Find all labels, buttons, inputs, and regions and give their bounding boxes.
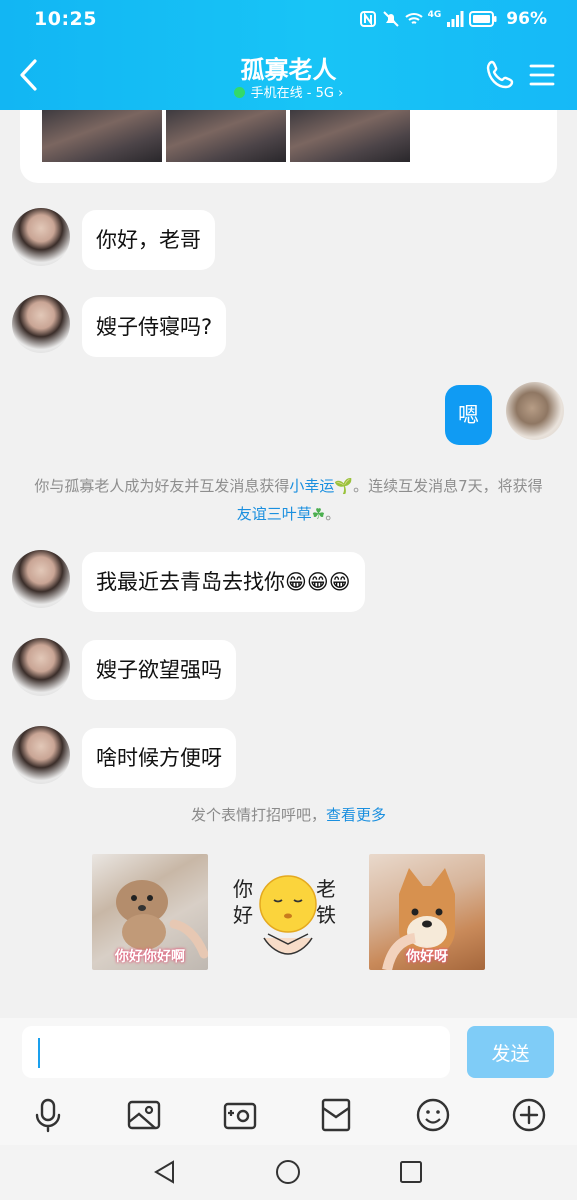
signal-icon [447,11,464,27]
emoji-icon[interactable] [414,1096,452,1134]
input-bar: 发送 [0,1018,577,1090]
profile-photo-card[interactable] [20,110,557,183]
clover-icon: ☘ [311,505,326,523]
battery-percentage: 96% [506,9,547,29]
profile-photo[interactable] [42,110,162,162]
red-packet-icon[interactable] [317,1096,355,1134]
message-input[interactable] [22,1026,450,1078]
sticker-suggestion: 发个表情打招呼吧，查看更多 [0,804,577,825]
sticker-caption: 你好呀 [406,949,448,965]
online-status-text: 手机在线 - 5G [250,86,334,101]
sticker-shiba[interactable]: 你好呀 [369,854,485,970]
chat-toolbar [0,1090,577,1145]
notice-text: 。连续互发消息7天，将获得 [353,477,543,495]
sticker-right-text: 老 铁 [316,877,336,927]
chevron-right-icon: › [338,86,344,101]
my-message-bubble[interactable]: 嗯 [445,385,492,445]
sticker-left-text: 你 好 [233,877,253,927]
chat-header: 10:25 4G 96% 孤寡老人 手机在线 - 5G › [0,0,577,110]
contact-avatar[interactable] [12,638,70,696]
lucky-link[interactable]: 小幸运 [289,477,334,495]
status-bar: 10:25 4G 96% [0,0,577,40]
sticker-emoji[interactable]: 你 好 老 铁 [230,854,346,970]
contact-avatar[interactable] [12,295,70,353]
status-time: 10:25 [34,8,97,30]
send-button[interactable]: 发送 [467,1026,554,1078]
nfc-icon [359,11,376,27]
sprout-icon: 🌱 [334,477,354,495]
mute-icon [382,11,399,27]
notice-text: 你与孤寡老人成为好友并互发消息获得 [34,477,290,495]
system-notice: 你与孤寡老人成为好友并互发消息获得小幸运🌱。连续互发消息7天，将获得友谊三叶草☘… [32,472,545,528]
battery-icon [469,11,497,27]
contact-avatar[interactable] [12,550,70,608]
text-cursor [38,1038,40,1068]
message-bubble[interactable]: 啥时候方便呀 [82,728,236,788]
see-more-link[interactable]: 查看更多 [326,806,386,824]
my-avatar[interactable] [506,382,564,440]
profile-photo[interactable] [166,110,286,162]
phone-icon[interactable] [484,58,518,92]
plus-icon[interactable] [510,1096,548,1134]
online-dot [233,87,245,98]
sticker-caption: 你好你好啊 [115,949,185,965]
sticker-dog[interactable]: 你好你好啊 [92,854,208,970]
clover-link[interactable]: 友谊三叶草 [237,505,312,523]
network-type-label: 4G [427,10,442,20]
chat-messages[interactable]: 你好，老哥 嫂子侍寝吗? 嗯 你与孤寡老人成为好友并互发消息获得小幸运🌱。连续互… [0,110,577,1018]
sticker-suggestion-text: 发个表情打招呼吧， [190,806,326,824]
profile-photo[interactable] [290,110,410,162]
nav-home-icon[interactable] [275,1159,301,1185]
message-bubble[interactable]: 你好，老哥 [82,210,215,270]
camera-icon[interactable] [221,1096,259,1134]
wifi-icon [404,13,423,24]
notice-text: 。 [325,505,341,523]
nav-recents-icon[interactable] [398,1159,424,1185]
message-bubble[interactable]: 嫂子侍寝吗? [82,297,227,357]
image-icon[interactable] [125,1096,163,1134]
menu-icon[interactable] [528,61,556,89]
system-nav-bar [0,1145,577,1200]
nav-back-icon[interactable] [152,1159,178,1185]
contact-avatar[interactable] [12,726,70,784]
microphone-icon[interactable] [29,1096,67,1134]
message-bubble[interactable]: 嫂子欲望强吗 [82,640,236,700]
message-bubble[interactable]: 我最近去青岛去找你😁😁😁 [82,552,365,612]
status-icons: 4G 96% [359,9,547,29]
contact-avatar[interactable] [12,208,70,266]
